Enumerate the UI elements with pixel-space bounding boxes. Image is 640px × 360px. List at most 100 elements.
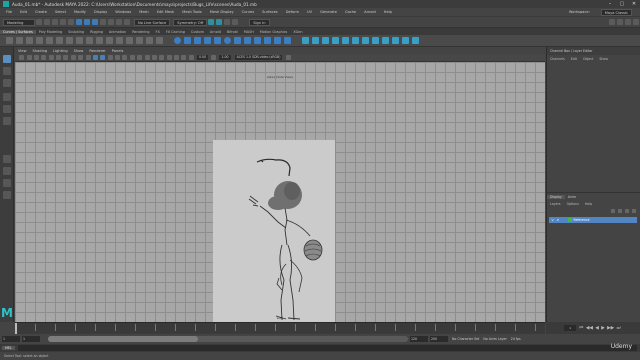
attribute-editor-icon[interactable]	[617, 19, 623, 25]
surface-fillet-icon[interactable]	[341, 37, 349, 44]
redo-icon[interactable]	[68, 19, 74, 25]
anim-layer-dropdown[interactable]: No Anim Layer	[483, 337, 506, 341]
channel-box-menu-edit[interactable]: Edit	[568, 57, 580, 61]
open-scene-icon[interactable]	[44, 19, 50, 25]
tool-settings-icon[interactable]	[625, 19, 631, 25]
menu-arnold[interactable]: Arnold	[360, 10, 380, 14]
stitch-icon[interactable]	[351, 37, 359, 44]
shelf-tab-rendering[interactable]: Rendering	[129, 30, 152, 34]
xray-joints-icon[interactable]	[181, 55, 187, 60]
symmetry-dropdown[interactable]: Symmetry: Off	[173, 18, 208, 26]
pencil-curve-icon[interactable]	[25, 37, 33, 44]
birail-icon[interactable]	[273, 37, 281, 44]
channel-box-menu-object[interactable]: Object	[580, 57, 596, 61]
arc-icon[interactable]	[65, 37, 73, 44]
image-plane-icon[interactable]	[41, 55, 47, 60]
menu-set-dropdown[interactable]: Modeling	[3, 18, 35, 26]
persp-outliner-layout-icon[interactable]	[3, 179, 11, 187]
layer-menu-layers[interactable]: Layers	[547, 202, 564, 206]
menu-edit-mesh[interactable]: Edit Mesh	[153, 10, 179, 14]
shelf-tab-rigging[interactable]: Rigging	[87, 30, 106, 34]
sign-in-dropdown[interactable]: Sign In	[249, 18, 270, 26]
new-empty-layer-icon[interactable]	[624, 209, 629, 213]
nurbs-torus-icon[interactable]	[223, 37, 231, 44]
menu-mesh-tools[interactable]: Mesh Tools	[178, 10, 205, 14]
square-icon[interactable]	[55, 37, 63, 44]
field-chart-icon[interactable]	[78, 55, 84, 60]
menu-deform[interactable]: Deform	[282, 10, 303, 14]
textured-icon[interactable]	[115, 55, 121, 60]
menu-uv[interactable]: UV	[303, 10, 316, 14]
motion-blur-icon[interactable]	[144, 55, 150, 60]
layer-display-type-toggle[interactable]	[562, 218, 566, 222]
layer-row-reference[interactable]: V P Reference	[549, 217, 637, 223]
step-back-key-icon[interactable]: ◀◀	[586, 326, 593, 331]
offset-curve-icon[interactable]	[125, 37, 133, 44]
layer-menu-help[interactable]: Help	[582, 202, 595, 206]
screen-space-ao-icon[interactable]	[137, 55, 143, 60]
smooth-shade-icon[interactable]	[100, 55, 106, 60]
shelf-tab-xgen[interactable]: XGen	[290, 30, 305, 34]
play-backwards-icon[interactable]: ◀	[595, 326, 599, 331]
move-tool-icon[interactable]	[3, 93, 11, 101]
revolve-icon[interactable]	[233, 37, 241, 44]
panel-menu-panels[interactable]: Panels	[109, 49, 127, 53]
anti-aliasing-icon[interactable]	[151, 55, 157, 60]
cv-curve-icon[interactable]	[5, 37, 13, 44]
rebuild-curve-icon[interactable]	[105, 37, 113, 44]
script-language-toggle[interactable]: MEL	[2, 346, 15, 350]
shelf-tab-motion-graphics[interactable]: Motion Graphics	[257, 30, 291, 34]
project-curve-icon[interactable]	[321, 37, 329, 44]
go-to-start-icon[interactable]: ⏮	[579, 325, 583, 331]
lasso-tool-icon[interactable]	[3, 67, 11, 75]
single-perspective-layout-icon[interactable]	[3, 155, 11, 163]
grid-toggle-icon[interactable]	[48, 55, 54, 60]
paint-select-tool-icon[interactable]	[3, 79, 11, 87]
time-slider[interactable]	[15, 322, 545, 335]
bevel-plus-icon[interactable]	[283, 37, 291, 44]
tab-channel-box[interactable]: Channel Box / Layer Editor	[547, 49, 595, 53]
shadows-icon[interactable]	[129, 55, 135, 60]
playback-end-field[interactable]: 120	[410, 336, 428, 342]
select-tool-icon[interactable]	[3, 55, 11, 63]
bezier-curve-icon[interactable]	[35, 37, 43, 44]
playback-start-field[interactable]: 1	[22, 336, 40, 342]
detach-surfaces-icon[interactable]	[391, 37, 399, 44]
tab-display-layers[interactable]: Display	[547, 194, 565, 199]
rotate-tool-icon[interactable]	[3, 105, 11, 113]
select-component-icon[interactable]	[92, 19, 98, 25]
nurbs-cube-icon[interactable]	[183, 37, 191, 44]
menu-display[interactable]: Display	[90, 10, 111, 14]
layer-color-swatch[interactable]	[567, 218, 572, 222]
attach-curves-icon[interactable]	[85, 37, 93, 44]
nurbs-cone-icon[interactable]	[203, 37, 211, 44]
detach-curves-icon[interactable]	[95, 37, 103, 44]
wireframe-on-shaded-icon[interactable]	[107, 55, 113, 60]
menu-edit[interactable]: Edit	[16, 10, 31, 14]
new-scene-icon[interactable]	[36, 19, 42, 25]
menu-file[interactable]: File	[0, 10, 16, 14]
menu-windows[interactable]: Windows	[111, 10, 135, 14]
color-management-icon[interactable]	[285, 55, 291, 60]
select-object-icon[interactable]	[84, 19, 90, 25]
move-layer-down-icon[interactable]	[617, 209, 622, 213]
persp-graph-layout-icon[interactable]	[3, 191, 11, 199]
select-camera-icon[interactable]	[19, 55, 25, 60]
render-settings-icon[interactable]	[224, 19, 231, 25]
nurbs-cylinder-icon[interactable]	[193, 37, 201, 44]
shelf-tab-mash[interactable]: MASH	[241, 30, 257, 34]
planar-icon[interactable]	[253, 37, 261, 44]
animation-end-field[interactable]: 200	[430, 336, 448, 342]
go-to-end-icon[interactable]: ⏭	[617, 325, 621, 331]
extend-curve-icon[interactable]	[135, 37, 143, 44]
menu-surfaces[interactable]: Surfaces	[258, 10, 282, 14]
four-view-layout-icon[interactable]	[3, 167, 11, 175]
wireframe-icon[interactable]	[92, 55, 98, 60]
colorspace-dropdown[interactable]: ACES 1.0 SDR-video (sRGB)	[234, 55, 283, 60]
nurbs-sphere-icon[interactable]	[173, 37, 181, 44]
menu-create[interactable]: Create	[31, 10, 51, 14]
fillet-curve-icon[interactable]	[145, 37, 153, 44]
exposure-field[interactable]: 0.00	[197, 55, 209, 60]
bookmark-icon[interactable]	[33, 55, 39, 60]
ipr-render-icon[interactable]	[216, 19, 223, 25]
